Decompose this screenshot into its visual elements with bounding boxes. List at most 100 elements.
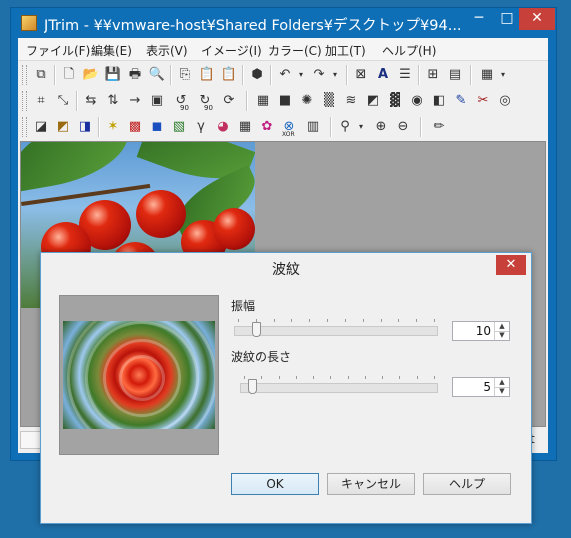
gamma-icon[interactable]: γ xyxy=(192,118,210,136)
fit-icon[interactable]: ⊠ xyxy=(352,66,370,84)
print-icon[interactable]: 🖶 xyxy=(126,66,144,84)
negative-icon[interactable]: ◨ xyxy=(76,118,94,136)
leaf-shape xyxy=(21,142,136,192)
toolbar-grip[interactable] xyxy=(22,117,27,137)
hue-icon[interactable]: ◕ xyxy=(214,118,232,136)
frame-icon[interactable]: ▦ xyxy=(254,92,272,110)
blur-icon[interactable]: ◧ xyxy=(430,92,448,110)
eyedropper-icon[interactable]: ✏ xyxy=(430,118,448,136)
noise-icon[interactable]: ▓ xyxy=(386,92,404,110)
text-icon[interactable]: A xyxy=(374,66,392,84)
menu-view[interactable]: 表示(V) xyxy=(146,42,188,59)
cancel-button[interactable]: キャンセル xyxy=(327,473,415,495)
slider-tick xyxy=(416,376,418,379)
amplitude-slider-track[interactable] xyxy=(234,326,438,336)
slider-tick xyxy=(255,319,257,322)
redo-dropdown-icon[interactable]: ▾ xyxy=(326,66,344,84)
brightness-icon[interactable]: ◼ xyxy=(148,118,166,136)
spin-down-icon[interactable]: ▼ xyxy=(495,387,509,396)
film-icon[interactable]: ▤ xyxy=(446,66,464,84)
close-button[interactable]: ✕ xyxy=(519,8,555,30)
sepia-icon[interactable]: ◩ xyxy=(54,118,72,136)
zoom-dropdown-icon[interactable]: ▾ xyxy=(352,118,370,136)
amplitude-slider-thumb[interactable] xyxy=(251,322,261,337)
menu-edit[interactable]: 編集(E) xyxy=(91,42,132,59)
wavelength-slider-thumb[interactable] xyxy=(247,379,257,394)
paste-icon[interactable]: 📋 xyxy=(198,66,216,84)
copy-icon[interactable]: ⎘ xyxy=(176,66,194,84)
flip-vertical-icon[interactable]: ⇅ xyxy=(104,92,122,110)
toolbar-separator xyxy=(418,65,420,85)
amplitude-spinbox[interactable]: 10 ▲ ▼ xyxy=(452,321,510,341)
slider-tick xyxy=(434,319,435,322)
toolbar-grip[interactable] xyxy=(22,91,27,111)
resize-icon[interactable]: ⤡ xyxy=(54,92,72,110)
toolbar-separator xyxy=(420,117,422,137)
slider-tick xyxy=(330,376,332,379)
maximize-button[interactable]: □ xyxy=(493,8,521,30)
grayscale-icon[interactable]: ◪ xyxy=(32,118,50,136)
spotlight-icon[interactable]: ◉ xyxy=(408,92,426,110)
crop-icon[interactable]: ⌗ xyxy=(32,92,50,110)
print-preview-icon[interactable]: 🔍 xyxy=(148,66,166,84)
rgb-icon[interactable]: ✿ xyxy=(258,118,276,136)
toolbar-separator xyxy=(242,65,244,85)
burst-icon[interactable]: ✺ xyxy=(298,92,316,110)
title-bar[interactable]: JTrim - ¥¥vmware-host¥Shared Folders¥デスク… xyxy=(11,8,556,38)
paste-special-icon[interactable]: 📋 xyxy=(220,66,238,84)
wavelength-slider-track[interactable] xyxy=(240,383,438,393)
slider-tick xyxy=(291,319,293,322)
menu-image[interactable]: イメージ(I) xyxy=(201,42,262,59)
new-icon[interactable]: 🗋 xyxy=(60,66,78,84)
tile-dropdown-icon[interactable]: ▾ xyxy=(494,66,512,84)
emboss-icon[interactable]: ◩ xyxy=(364,92,382,110)
dialog-close-button[interactable]: ✕ xyxy=(496,255,526,275)
rotate-free-icon[interactable]: ⟳ xyxy=(220,92,238,110)
flip-horizontal-icon[interactable]: ⇆ xyxy=(82,92,100,110)
toolbar-separator xyxy=(170,65,172,85)
wavelength-label: 波紋の長さ xyxy=(231,350,292,364)
toolbar-row-3: ◪ ◩ ◨ ✶ ▩ ◼ ▧ γ ◕ ▦ ✿ ⊗ XOR ▥ ⚲ ▾ ⊕ ⊖ ✏ xyxy=(20,114,546,140)
ripple-icon[interactable]: ◎ xyxy=(496,92,514,110)
wavelength-spinbox[interactable]: 5 ▲ ▼ xyxy=(452,377,510,397)
dialog-title-bar[interactable]: 波紋 ✕ xyxy=(41,253,531,283)
undo-dropdown-icon[interactable]: ▾ xyxy=(292,66,310,84)
checker-icon[interactable]: ▦ xyxy=(236,118,254,136)
ok-button[interactable]: OK xyxy=(231,473,319,495)
mosaic-icon[interactable]: ▒ xyxy=(320,92,338,110)
spin-down-icon[interactable]: ▼ xyxy=(495,331,509,340)
grid-icon[interactable]: ⊞ xyxy=(424,66,442,84)
shadow-icon[interactable]: ■ xyxy=(276,92,294,110)
zoom-out-icon[interactable]: ⊖ xyxy=(394,118,412,136)
color-balance-icon[interactable]: ▩ xyxy=(126,118,144,136)
toolbar-grip[interactable] xyxy=(22,65,27,85)
menu-process[interactable]: 加工(T) xyxy=(325,42,366,59)
wave-icon[interactable]: ≋ xyxy=(342,92,360,110)
slider-tick xyxy=(278,376,280,379)
mirror-icon[interactable]: → xyxy=(126,92,144,110)
open-icon[interactable]: 📂 xyxy=(82,66,100,84)
eraser-icon[interactable]: ✂ xyxy=(474,92,492,110)
menu-color[interactable]: カラー(C) xyxy=(268,42,322,59)
menu-help[interactable]: ヘルプ(H) xyxy=(382,42,436,59)
color-sparkle-icon[interactable]: ✶ xyxy=(104,118,122,136)
bucket-icon[interactable]: ⬢ xyxy=(248,66,266,84)
canvas-icon[interactable]: ▣ xyxy=(148,92,166,110)
gradient-icon[interactable]: ▥ xyxy=(304,118,322,136)
rotate-left-degree: 90 xyxy=(180,104,189,112)
toolbar-row-2: ⌗ ⤡ ⇆ ⇅ → ▣ ↺ 90 ↻ 90 ⟳ ▦ ■ ✺ ▒ ≋ ◩ ▓ ◉ … xyxy=(20,88,546,114)
pen-icon[interactable]: ✎ xyxy=(452,92,470,110)
help-button[interactable]: ヘルプ xyxy=(423,473,511,495)
preview-box xyxy=(59,295,219,455)
menu-file[interactable]: ファイル(F) xyxy=(26,42,90,59)
ripple-preview-image xyxy=(63,321,215,429)
paste-as-new-icon[interactable]: ⧉ xyxy=(32,66,50,84)
minimize-button[interactable]: ─ xyxy=(465,8,493,30)
wavelength-value: 5 xyxy=(483,380,491,394)
app-logo-icon xyxy=(21,15,37,31)
photo-icon[interactable]: ▧ xyxy=(170,118,188,136)
sharpen-icon[interactable]: ☰ xyxy=(396,66,414,84)
toolbar-separator xyxy=(470,65,472,85)
save-icon[interactable]: 💾 xyxy=(104,66,122,84)
zoom-in-icon[interactable]: ⊕ xyxy=(372,118,390,136)
